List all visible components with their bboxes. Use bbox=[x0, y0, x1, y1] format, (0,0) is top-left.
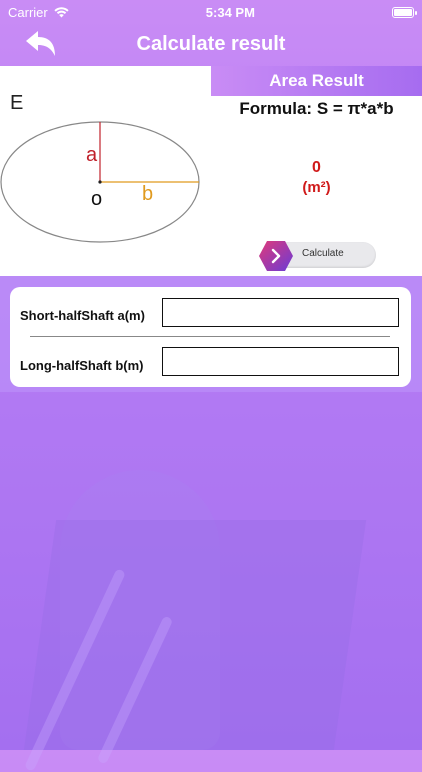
label-a: a bbox=[86, 144, 98, 166]
calculate-button[interactable]: Calculate bbox=[258, 240, 376, 271]
navigation-bar: Calculate result bbox=[0, 24, 422, 64]
short-halfshaft-label: Short-halfShaft a(m) bbox=[20, 308, 145, 323]
back-arrow-icon bbox=[26, 31, 55, 56]
result-unit: (m²) bbox=[302, 179, 331, 196]
chevron-right-icon bbox=[259, 241, 293, 271]
formula-text: Formula: S = π*a*b bbox=[239, 99, 394, 118]
long-halfshaft-input[interactable] bbox=[162, 347, 399, 376]
long-halfshaft-row: Long-halfShaft b(m) bbox=[10, 341, 411, 385]
ellipse-diagram: E a b o bbox=[0, 66, 210, 276]
input-card: Short-halfShaft a(m) Long-halfShaft b(m) bbox=[10, 287, 411, 387]
status-bar: Carrier 5:34 PM bbox=[0, 0, 422, 24]
carrier-label: Carrier bbox=[8, 4, 48, 20]
long-halfshaft-label: Long-halfShaft b(m) bbox=[20, 358, 144, 373]
calculate-label: Calculate bbox=[302, 248, 344, 259]
short-halfshaft-input[interactable] bbox=[162, 298, 399, 327]
label-o: o bbox=[91, 188, 102, 210]
back-button[interactable] bbox=[22, 28, 58, 60]
ellipse-drawing: a b o bbox=[0, 121, 200, 243]
result-value: 0 bbox=[312, 159, 321, 176]
area-result-panel: Area Result Formula: S = π*a*b 0 (m²) Ca… bbox=[211, 66, 422, 276]
label-b: b bbox=[142, 183, 153, 205]
diagram-label-e: E bbox=[10, 92, 24, 114]
clock: 5:34 PM bbox=[205, 4, 255, 20]
row-divider bbox=[30, 336, 390, 337]
wifi-icon bbox=[54, 6, 69, 17]
background-decoration bbox=[23, 520, 367, 750]
battery-icon bbox=[392, 6, 417, 18]
short-halfshaft-row: Short-halfShaft a(m) bbox=[10, 293, 411, 337]
top-panel: E a b o Area Result Formula: S = π*a*b 0… bbox=[0, 66, 422, 276]
center-point bbox=[98, 180, 102, 184]
page-title: Calculate result bbox=[136, 32, 286, 55]
area-result-header: Area Result bbox=[211, 66, 422, 96]
